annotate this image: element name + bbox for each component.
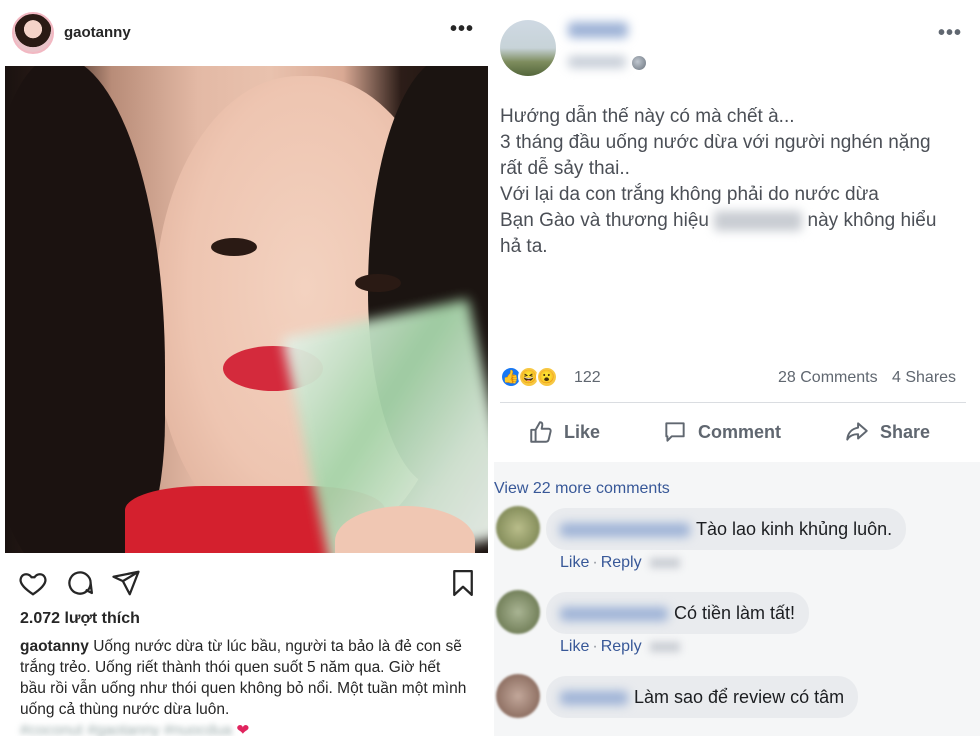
blurred-author-name[interactable] [568, 22, 628, 38]
post-line: Hướng dẫn thế này có mà chết à... [500, 106, 795, 127]
comment-label: Comment [698, 421, 782, 442]
photo-eye-right [355, 274, 401, 292]
reaction-stats: 👍 😆 😮 122 28 Comments 4 Shares [500, 366, 966, 392]
heart-emoji: ❤ [236, 722, 250, 736]
commenter-avatar[interactable] [496, 674, 540, 718]
commenter-avatar[interactable] [496, 590, 540, 634]
like-label: Like [564, 421, 601, 442]
username[interactable]: gaotanny [64, 24, 131, 41]
blurred-comment-time[interactable] [649, 557, 680, 568]
comment-like-link[interactable]: Like [560, 638, 589, 655]
heart-icon[interactable] [18, 568, 48, 598]
avatar[interactable] [500, 20, 556, 76]
blurred-timestamp[interactable] [568, 56, 626, 68]
blurred-commenter-name[interactable] [560, 523, 690, 538]
post-action-bar: Like Comment Share [500, 410, 966, 454]
commenter-avatar[interactable] [496, 506, 540, 550]
post-header: gaotanny ••• [0, 10, 492, 56]
comment-bubble: Làm sao để review có tâm [546, 676, 859, 718]
more-options-icon[interactable]: ••• [938, 22, 962, 45]
comments-section: View 22 more comments Tào lao kinh khủng… [494, 462, 980, 736]
blurred-commenter-name[interactable] [560, 691, 628, 706]
wow-reaction-icon[interactable]: 😮 [536, 366, 558, 388]
share-icon[interactable] [111, 568, 141, 598]
like-button[interactable]: Like [528, 410, 600, 454]
photo-eye-left [211, 238, 257, 256]
thumbs-up-icon [530, 421, 552, 443]
comment-reply-link[interactable]: Reply [601, 638, 642, 655]
post-line: 3 tháng đầu uống nước dừa với người nghé… [500, 132, 931, 153]
post-actions [0, 565, 492, 599]
caption-username[interactable]: gaotanny [20, 638, 89, 655]
post-photo[interactable] [5, 66, 488, 553]
instagram-post: gaotanny ••• 2.072 lượt thích gaotanny U… [0, 0, 492, 736]
divider [500, 402, 966, 403]
view-more-comments-link[interactable]: View 22 more comments [494, 480, 670, 498]
comment-text: Làm sao để review có tâm [634, 687, 845, 707]
blurred-comment-time[interactable] [649, 641, 680, 652]
comment-button[interactable]: Comment [662, 410, 781, 454]
comments-count[interactable]: 28 Comments [778, 369, 878, 387]
reaction-count[interactable]: 122 [574, 369, 601, 387]
blurred-commenter-name[interactable] [560, 607, 668, 622]
more-options-icon[interactable]: ••• [450, 18, 474, 41]
comment-like-link[interactable]: Like [560, 554, 589, 571]
comment-actions: Like · Reply [560, 638, 680, 656]
comment-bubble: Tào lao kinh khủng luôn. [546, 508, 907, 550]
comment-icon [665, 422, 685, 442]
share-arrow-icon [846, 422, 868, 441]
caption: gaotanny Uống nước dừa từ lúc bầu, người… [20, 636, 470, 736]
post-line: Bạn Gào và thương hiệu này không hiểu [500, 208, 970, 234]
likes-count[interactable]: 2.072 lượt thích [20, 610, 140, 628]
share-label: Share [880, 421, 931, 442]
photo-hair-left [5, 66, 165, 553]
comment-bubble: Có tiền làm tất! [546, 592, 810, 634]
bookmark-icon[interactable] [448, 568, 478, 598]
caption-hashtags[interactable]: #coconut #gaotanny #nuocdua [20, 722, 232, 736]
comment-text: Có tiền làm tất! [674, 603, 796, 623]
post-line: hả ta. [500, 236, 548, 257]
comment-actions: Like · Reply [560, 554, 680, 572]
globe-icon [632, 56, 646, 70]
post-line: rất dễ sảy thai.. [500, 158, 630, 179]
post-line: Với lại da con trắng không phải do nước … [500, 184, 879, 205]
post-line-part: Bạn Gào và thương hiệu [500, 210, 709, 231]
comment-reply-link[interactable]: Reply [601, 554, 642, 571]
comment-text: Tào lao kinh khủng luôn. [696, 519, 893, 539]
post-line-part: này không hiểu [807, 210, 937, 231]
facebook-post: ••• Hướng dẫn thế này có mà chết à... 3 … [494, 0, 980, 736]
post-text: Hướng dẫn thế này có mà chết à... 3 thán… [500, 104, 970, 260]
blurred-brand [714, 210, 803, 231]
comment-icon[interactable] [65, 568, 95, 598]
shares-count[interactable]: 4 Shares [892, 369, 956, 387]
share-button[interactable]: Share [844, 410, 930, 454]
avatar[interactable] [12, 12, 54, 54]
